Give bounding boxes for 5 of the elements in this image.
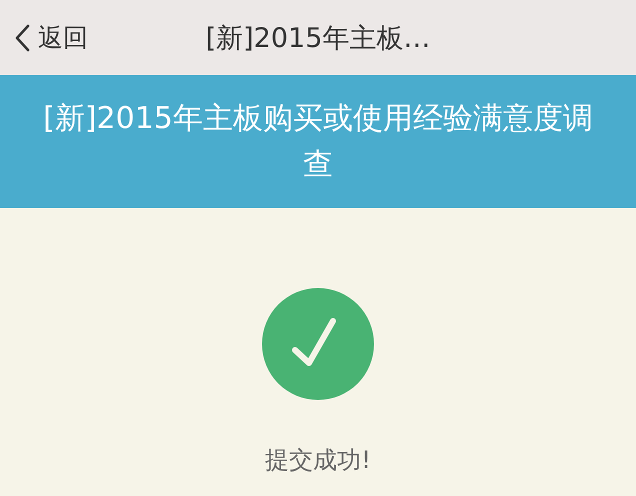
page-title: [新]2015年主板… xyxy=(206,22,430,56)
result-message: 提交成功! xyxy=(265,445,371,476)
chevron-left-icon xyxy=(14,24,30,52)
back-button[interactable]: 返回 xyxy=(0,21,88,54)
survey-title: [新]2015年主板购买或使用经验满意度调查 xyxy=(42,100,594,184)
